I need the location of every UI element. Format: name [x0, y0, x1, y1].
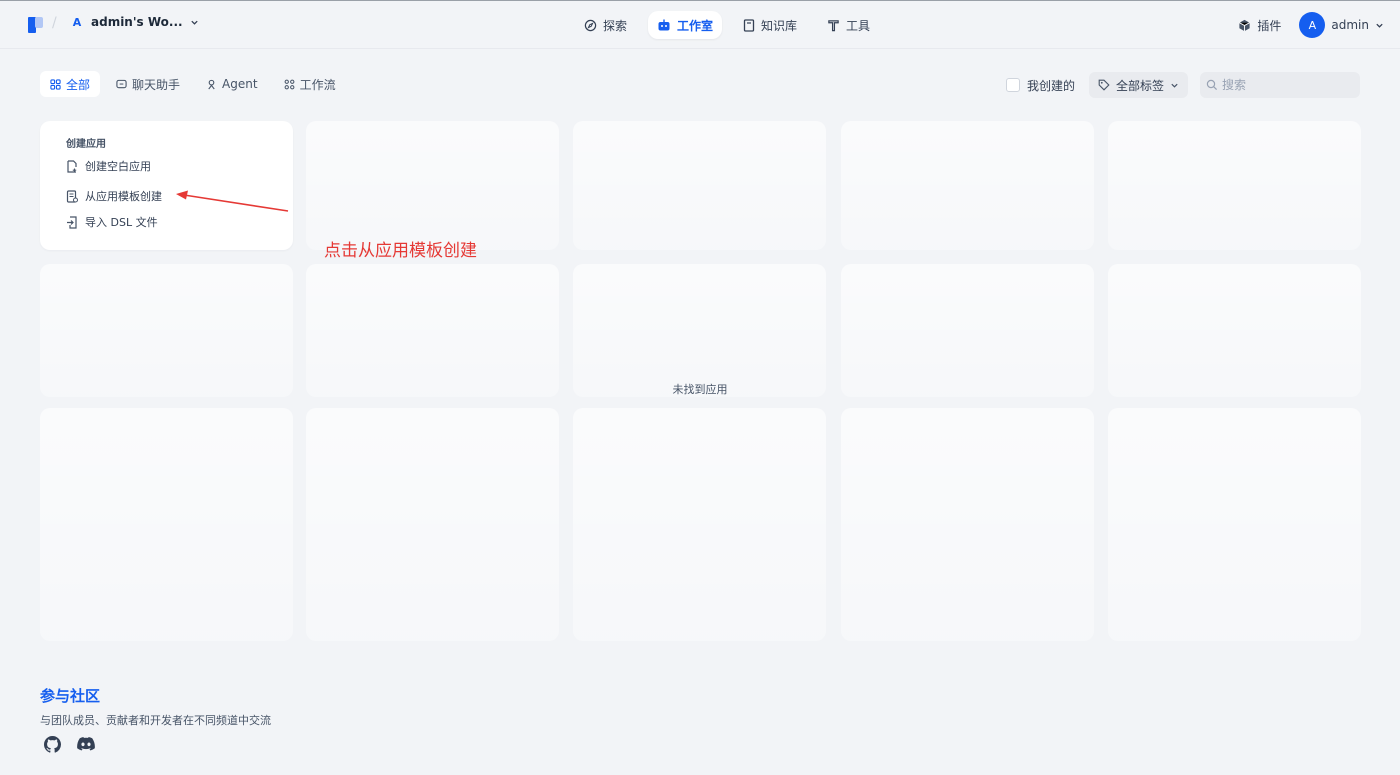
top-navigation-bar: / A admin's Wo... 探索 工作室 知识库 工具 插件 A adm… — [0, 1, 1400, 49]
nav-explore-label: 探索 — [603, 18, 628, 33]
cube-icon — [1239, 19, 1251, 31]
search-input[interactable] — [1222, 78, 1352, 92]
import-dsl-button[interactable]: 导入 DSL 文件 — [66, 214, 158, 230]
annotation-arrow-icon — [176, 190, 289, 212]
tab-all-label: 全部 — [66, 77, 91, 92]
placeholder-card — [1108, 408, 1361, 641]
tag-filter-label: 全部标签 — [1115, 78, 1164, 93]
file-plus-icon — [67, 159, 77, 173]
placeholder-card — [841, 264, 1094, 397]
hammer-icon — [828, 19, 839, 31]
create-from-template-button[interactable]: 从应用模板创建 — [66, 188, 162, 204]
template-icon — [66, 189, 78, 203]
placeholder-card — [573, 121, 826, 250]
main-nav: 探索 工作室 知识库 工具 — [575, 11, 879, 39]
placeholder-card — [40, 264, 293, 397]
tab-chat-assistant[interactable]: 聊天助手 — [106, 71, 190, 97]
community-title: 参与社区 — [40, 687, 101, 705]
filter-controls: 我创建的 全部标签 — [1005, 72, 1360, 98]
workspace-name: admin's Wo... — [91, 15, 183, 29]
social-links — [44, 736, 95, 753]
chevron-down-icon — [190, 20, 198, 25]
chevron-down-icon — [1171, 83, 1178, 88]
compass-icon — [584, 19, 597, 31]
tag-icon — [1098, 79, 1110, 91]
created-by-me-checkbox[interactable] — [1005, 78, 1020, 92]
create-from-template-label: 从应用模板创建 — [85, 190, 162, 203]
placeholder-card — [573, 408, 826, 641]
community-section: 参与社区 与团队成员、贡献者和开发者在不同频道中交流 — [40, 685, 271, 728]
create-app-card: 创建应用 创建空白应用 从应用模板创建 导入 DSL 文件 — [40, 121, 293, 250]
workspace-selector[interactable]: A admin's Wo... — [70, 15, 199, 29]
placeholder-card — [1108, 121, 1361, 250]
grid-icon — [50, 78, 61, 90]
search-box[interactable] — [1200, 72, 1360, 98]
nav-knowledge[interactable]: 知识库 — [734, 11, 806, 39]
workflow-icon — [284, 79, 294, 89]
tab-workflow-label: 工作流 — [299, 77, 336, 92]
search-icon — [1206, 79, 1218, 91]
placeholder-card — [841, 121, 1094, 250]
annotation-text: 点击从应用模板创建 — [324, 241, 477, 261]
discord-icon[interactable] — [77, 736, 95, 752]
breadcrumb-separator: / — [52, 15, 57, 31]
agent-icon — [208, 79, 215, 89]
tab-agent[interactable]: Agent — [196, 71, 268, 97]
community-subtitle: 与团队成员、贡献者和开发者在不同频道中交流 — [40, 714, 271, 727]
placeholder-card — [306, 408, 559, 641]
tab-all[interactable]: 全部 — [40, 71, 101, 97]
import-dsl-label: 导入 DSL 文件 — [85, 216, 158, 229]
nav-tools-label: 工具 — [846, 18, 871, 33]
github-icon[interactable] — [44, 736, 61, 753]
user-menu[interactable]: A admin — [1299, 12, 1384, 38]
nav-studio-label: 工作室 — [677, 18, 714, 33]
plugin-button[interactable]: 插件 — [1238, 17, 1281, 34]
tab-workflow[interactable]: 工作流 — [274, 71, 346, 97]
avatar: A — [1299, 12, 1326, 38]
nav-tools[interactable]: 工具 — [818, 11, 879, 39]
nav-knowledge-label: 知识库 — [761, 18, 798, 33]
nav-studio[interactable]: 工作室 — [648, 11, 723, 39]
app-logo-icon[interactable] — [26, 15, 46, 35]
nav-explore[interactable]: 探索 — [575, 11, 636, 39]
placeholder-card — [841, 408, 1094, 641]
import-icon — [67, 215, 77, 229]
create-blank-app-label: 创建空白应用 — [85, 160, 151, 173]
robot-icon — [658, 19, 670, 30]
tab-chat-assistant-label: 聊天助手 — [132, 77, 181, 92]
placeholder-card — [40, 408, 293, 641]
chevron-down-icon — [1376, 23, 1383, 28]
plugin-label: 插件 — [1257, 18, 1282, 33]
created-by-me-label: 我创建的 — [1026, 78, 1075, 93]
create-app-title: 创建应用 — [66, 139, 106, 150]
placeholder-card — [306, 264, 559, 397]
app-type-tabs: 全部 聊天助手 Agent 工作流 — [40, 71, 346, 97]
tag-filter-dropdown[interactable]: 全部标签 — [1088, 72, 1188, 98]
placeholder-card — [573, 264, 826, 397]
placeholder-card — [1108, 264, 1361, 397]
create-blank-app-button[interactable]: 创建空白应用 — [66, 158, 151, 174]
book-icon — [743, 18, 755, 32]
created-by-me-filter[interactable]: 我创建的 — [1005, 77, 1075, 94]
tab-agent-label: Agent — [222, 77, 258, 91]
empty-state-text: 未找到应用 — [672, 383, 728, 396]
user-name: admin — [1331, 18, 1369, 32]
workspace-badge: A — [72, 15, 82, 29]
placeholder-card — [306, 121, 559, 250]
chat-icon — [116, 79, 127, 88]
top-right-area: 插件 A admin — [1238, 12, 1384, 38]
